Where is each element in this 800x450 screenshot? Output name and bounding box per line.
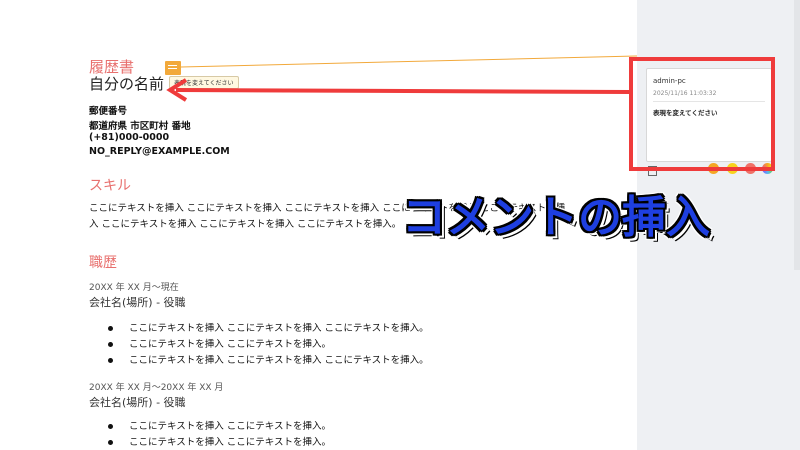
comment-connector-line [180, 55, 638, 68]
annotation-highlight-box [629, 57, 775, 171]
annotation-arrow-line [175, 88, 630, 94]
overlay-caption: コメントの挿入 [402, 192, 710, 243]
